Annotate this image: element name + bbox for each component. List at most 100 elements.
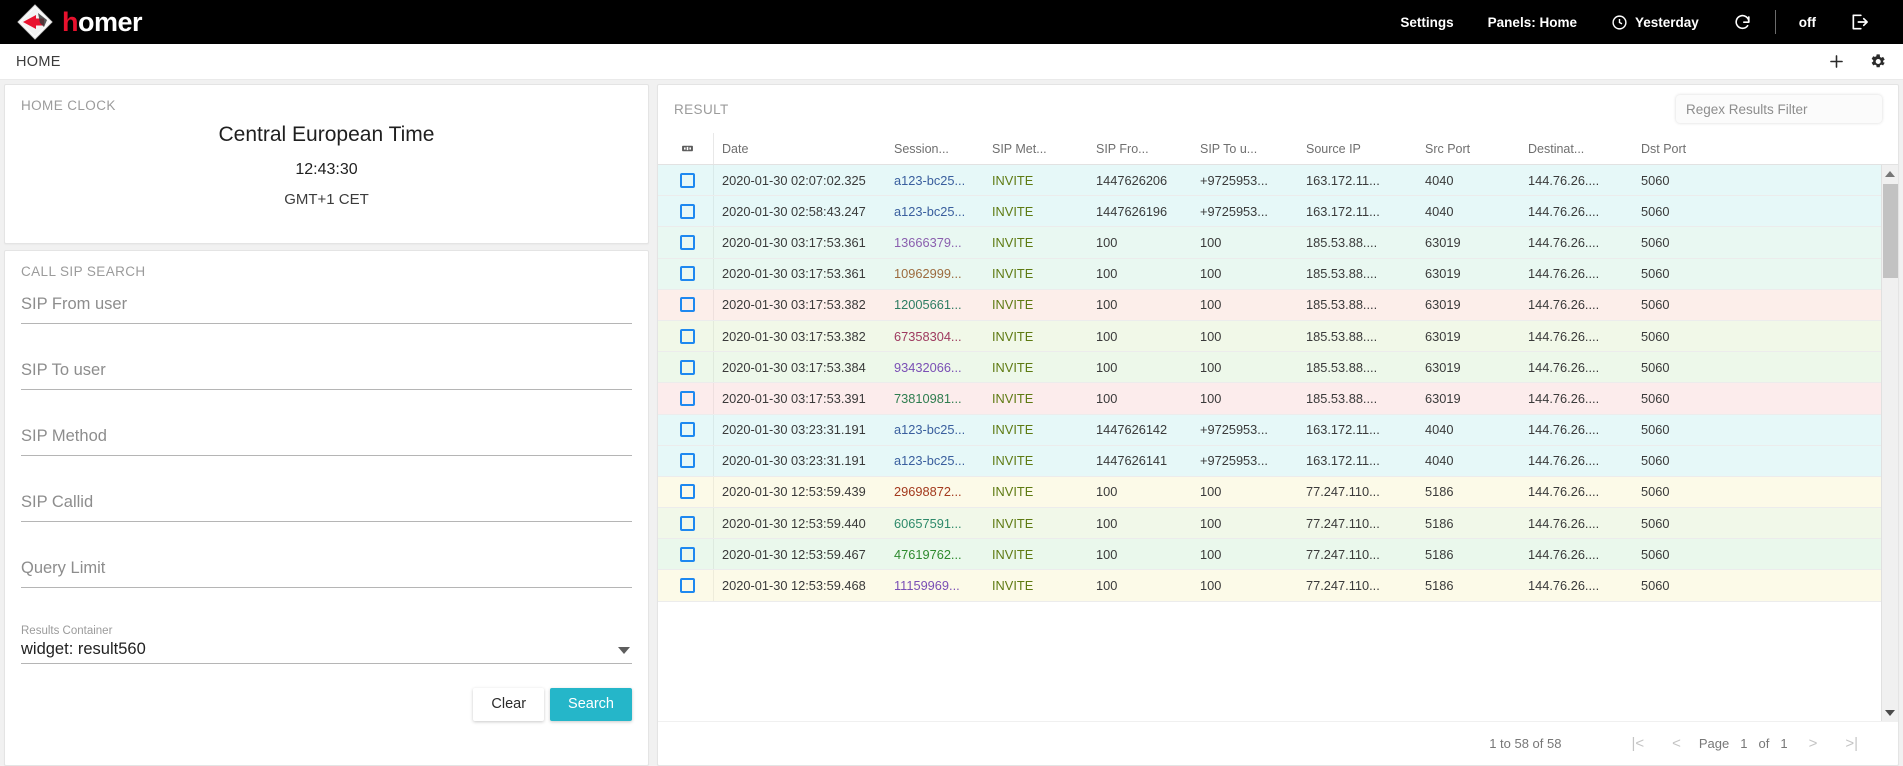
row-checkbox[interactable] xyxy=(680,328,695,344)
table-row[interactable]: 2020-01-30 02:58:43.247 a123-bc25... INVIT… xyxy=(658,196,1898,228)
sip-method-field[interactable] xyxy=(21,427,632,456)
sip-from-user-field[interactable] xyxy=(21,295,632,324)
row-select-cell[interactable] xyxy=(662,445,714,476)
table-row[interactable]: 2020-01-30 03:17:53.382 12005661... INVITE… xyxy=(658,289,1898,321)
column-header-source-ip[interactable]: Source IP xyxy=(1298,142,1417,156)
cell-session[interactable]: 10962999... xyxy=(886,266,984,281)
cell-session[interactable]: a123-bc25... xyxy=(886,204,984,219)
plus-icon[interactable] xyxy=(1827,52,1846,71)
table-row[interactable]: 2020-01-30 03:17:53.384 93432066... INVITE… xyxy=(658,352,1898,384)
table-row[interactable]: 2020-01-30 03:17:53.361 10962999... INVITE… xyxy=(658,258,1898,290)
row-checkbox[interactable] xyxy=(680,234,695,250)
row-checkbox[interactable] xyxy=(680,453,695,469)
nav-panels[interactable]: Panels: Home xyxy=(1471,15,1594,30)
row-select-cell[interactable] xyxy=(662,258,714,289)
results-container-select[interactable]: Results Container widget: result560 xyxy=(21,625,632,664)
nav-logout[interactable] xyxy=(1833,12,1887,32)
cell-session[interactable]: 47619762... xyxy=(886,547,984,562)
row-checkbox[interactable] xyxy=(680,546,695,562)
row-checkbox[interactable] xyxy=(680,266,695,282)
row-checkbox[interactable] xyxy=(680,484,695,500)
scrollbar-thumb[interactable] xyxy=(1883,184,1898,278)
next-page-icon[interactable]: > xyxy=(1795,735,1832,752)
cell-session[interactable]: 73810981... xyxy=(886,391,984,406)
sip-to-user-input[interactable] xyxy=(21,361,632,380)
cell-session[interactable]: a123-bc25... xyxy=(886,173,984,188)
nav-timerange[interactable]: Yesterday xyxy=(1594,14,1716,31)
query-limit-field[interactable] xyxy=(21,559,632,588)
cell-session[interactable]: 29698872... xyxy=(886,484,984,499)
cell-session[interactable]: 11159969... xyxy=(886,578,984,593)
column-header-destination[interactable]: Destinat... xyxy=(1520,142,1633,156)
row-select-cell[interactable] xyxy=(662,352,714,383)
row-checkbox[interactable] xyxy=(680,203,695,219)
column-header-session[interactable]: Session... xyxy=(886,142,984,156)
clear-button[interactable]: Clear xyxy=(473,688,545,721)
column-header-sip-from[interactable]: SIP Fro... xyxy=(1088,142,1192,156)
column-header-sip-method[interactable]: SIP Met... xyxy=(984,142,1088,156)
row-select-cell[interactable] xyxy=(662,289,714,320)
chevron-down-icon[interactable] xyxy=(618,647,630,654)
row-select-cell[interactable] xyxy=(662,476,714,508)
table-row[interactable]: 2020-01-30 03:17:53.391 73810981... INVITE… xyxy=(658,383,1898,415)
gear-icon[interactable] xyxy=(1868,52,1887,71)
results-vertical-scrollbar[interactable] xyxy=(1881,165,1898,721)
first-page-icon[interactable]: |< xyxy=(1617,735,1658,752)
row-checkbox[interactable] xyxy=(680,172,695,188)
last-page-icon[interactable]: >| xyxy=(1831,735,1872,752)
row-select-cell[interactable] xyxy=(662,539,714,570)
cell-sip-from: 100 xyxy=(1096,328,1118,344)
row-select-cell[interactable] xyxy=(662,570,714,601)
row-select-cell[interactable] xyxy=(662,320,714,352)
search-button[interactable]: Search xyxy=(550,688,632,721)
row-checkbox[interactable] xyxy=(680,390,695,406)
cell-date: 2020-01-30 02:07:02.325 xyxy=(722,172,866,188)
column-header-sip-to[interactable]: SIP To u... xyxy=(1192,142,1298,156)
cell-session[interactable]: a123-bc25... xyxy=(886,422,984,437)
query-limit-input[interactable] xyxy=(21,559,632,578)
scroll-down-arrow-icon[interactable] xyxy=(1882,704,1898,721)
table-row[interactable]: 2020-01-30 02:07:02.325 a123-bc25... INVIT… xyxy=(658,165,1898,197)
row-select-cell[interactable] xyxy=(662,508,714,539)
cell-session[interactable]: 67358304... xyxy=(886,329,984,344)
row-checkbox[interactable] xyxy=(680,515,695,531)
column-header-date[interactable]: Date xyxy=(714,142,886,156)
table-row[interactable]: 2020-01-30 12:53:59.439 29698872... INVITE… xyxy=(658,476,1898,509)
row-select-cell[interactable] xyxy=(662,414,714,445)
table-row[interactable]: 2020-01-30 03:23:31.191 a123-bc25... INVIT… xyxy=(658,414,1898,446)
sip-method-input[interactable] xyxy=(21,427,632,446)
sip-to-user-field[interactable] xyxy=(21,361,632,390)
select-all-header[interactable] xyxy=(662,133,714,164)
table-row[interactable]: 2020-01-30 12:53:59.467 47619762... INVITE… xyxy=(658,539,1898,571)
row-checkbox[interactable] xyxy=(680,359,695,375)
table-row[interactable]: 2020-01-30 03:17:53.382 67358304... INVITE… xyxy=(658,320,1898,353)
row-select-cell[interactable] xyxy=(662,196,714,227)
nav-refresh[interactable] xyxy=(1716,13,1769,32)
sip-from-user-input[interactable] xyxy=(21,295,632,314)
row-select-cell[interactable] xyxy=(662,227,714,258)
nav-auto-refresh[interactable]: off xyxy=(1782,15,1833,30)
sip-callid-field[interactable] xyxy=(21,493,632,522)
prev-page-icon[interactable]: < xyxy=(1658,735,1695,752)
table-row[interactable]: 2020-01-30 12:53:59.468 11159969... INVITE… xyxy=(658,570,1898,602)
cell-session[interactable]: 12005661... xyxy=(886,297,984,312)
row-checkbox[interactable] xyxy=(680,578,695,594)
cell-session[interactable]: 60657591... xyxy=(886,516,984,531)
row-select-cell[interactable] xyxy=(662,165,714,196)
cell-session[interactable]: 93432066... xyxy=(886,360,984,375)
column-header-src-port[interactable]: Src Port xyxy=(1417,142,1520,156)
row-checkbox[interactable] xyxy=(680,297,695,313)
regex-results-filter-input[interactable] xyxy=(1676,95,1882,123)
sip-callid-input[interactable] xyxy=(21,493,632,512)
app-logo[interactable]: homer xyxy=(16,3,143,41)
table-row[interactable]: 2020-01-30 03:23:31.191 a123-bc25... INVIT… xyxy=(658,445,1898,477)
cell-session[interactable]: 13666379... xyxy=(886,235,984,250)
nav-settings[interactable]: Settings xyxy=(1383,15,1470,30)
scroll-up-arrow-icon[interactable] xyxy=(1882,165,1898,182)
cell-session[interactable]: a123-bc25... xyxy=(886,453,984,468)
table-row[interactable]: 2020-01-30 12:53:59.440 60657591... INVITE… xyxy=(658,508,1898,540)
column-header-dst-port[interactable]: Dst Port xyxy=(1633,142,1723,156)
row-checkbox[interactable] xyxy=(680,422,695,438)
row-select-cell[interactable] xyxy=(662,383,714,414)
table-row[interactable]: 2020-01-30 03:17:53.361 13666379... INVITE… xyxy=(658,227,1898,259)
